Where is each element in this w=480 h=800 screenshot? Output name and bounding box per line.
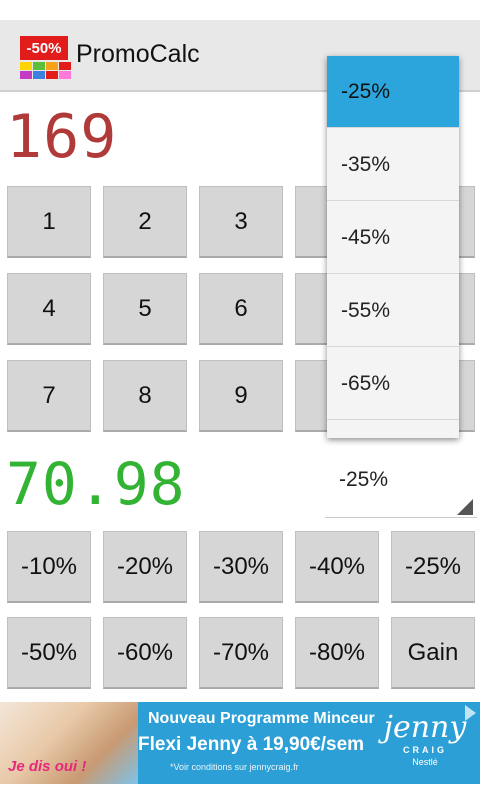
discount-70-button[interactable]: -70% [199,617,283,689]
discount-50-button[interactable]: -50% [7,617,91,689]
discount-30-button[interactable]: -30% [199,531,283,603]
input-value: 169 [6,102,118,172]
discount-60-button[interactable]: -60% [103,617,187,689]
ad-slogan: Je dis oui ! [8,758,87,775]
app-icon-color-row [20,71,71,79]
app-icon-color-row [20,62,71,70]
ad-logo-name: jenny [383,710,467,745]
ad-banner[interactable]: Je dis oui ! Nouveau Programme Minceur F… [0,702,480,784]
dropdown-option[interactable]: -65% [327,348,459,420]
ad-offer: Flexi Jenny à 19,90€/sem [138,734,365,755]
ad-logo-sub: CRAIG [403,745,447,755]
digit-7-button[interactable]: 7 [7,360,91,432]
discount-40-button[interactable]: -40% [295,531,379,603]
app-icon: -50% [18,34,71,80]
discount-80-button[interactable]: -80% [295,617,379,689]
discount-10-button[interactable]: -10% [7,531,91,603]
result-value: 70.98 [6,450,186,518]
status-bar [0,0,480,20]
discount-20-button[interactable]: -20% [103,531,187,603]
input-display: 169 [0,94,330,180]
result-display: 70.98 [0,438,320,524]
dropdown-option[interactable]: -55% [327,275,459,347]
app-icon-badge: -50% [20,36,68,60]
ad-logo: jenny CRAIG Nestlé [380,710,470,776]
ad-headline: Nouveau Programme Minceur [148,710,375,727]
bottom-strip [0,784,480,800]
discount-spinner[interactable]: -25% [325,440,477,518]
spinner-selected-value: -25% [339,468,389,491]
digit-1-button[interactable]: 1 [7,186,91,258]
digit-5-button[interactable]: 5 [103,273,187,345]
dropdown-option[interactable]: -25% [327,56,459,128]
dropdown-option[interactable]: -45% [327,202,459,274]
digit-8-button[interactable]: 8 [103,360,187,432]
spinner-corner-icon [457,499,473,515]
ad-info-icon[interactable] [465,705,476,721]
digit-2-button[interactable]: 2 [103,186,187,258]
digit-9-button[interactable]: 9 [199,360,283,432]
digit-3-button[interactable]: 3 [199,186,283,258]
dropdown-option-partial[interactable] [327,421,459,438]
discount-dropdown: -25% -35% -45% -55% -65% [327,56,459,438]
app-title: PromoCalc [76,40,200,68]
gain-button[interactable]: Gain [391,617,475,689]
ad-disclaimer: *Voir conditions sur jennycraig.fr [170,762,299,772]
digit-4-button[interactable]: 4 [7,273,91,345]
dropdown-option[interactable]: -35% [327,129,459,201]
discount-25-button[interactable]: -25% [391,531,475,603]
ad-logo-brand: Nestlé [412,757,438,767]
digit-6-button[interactable]: 6 [199,273,283,345]
